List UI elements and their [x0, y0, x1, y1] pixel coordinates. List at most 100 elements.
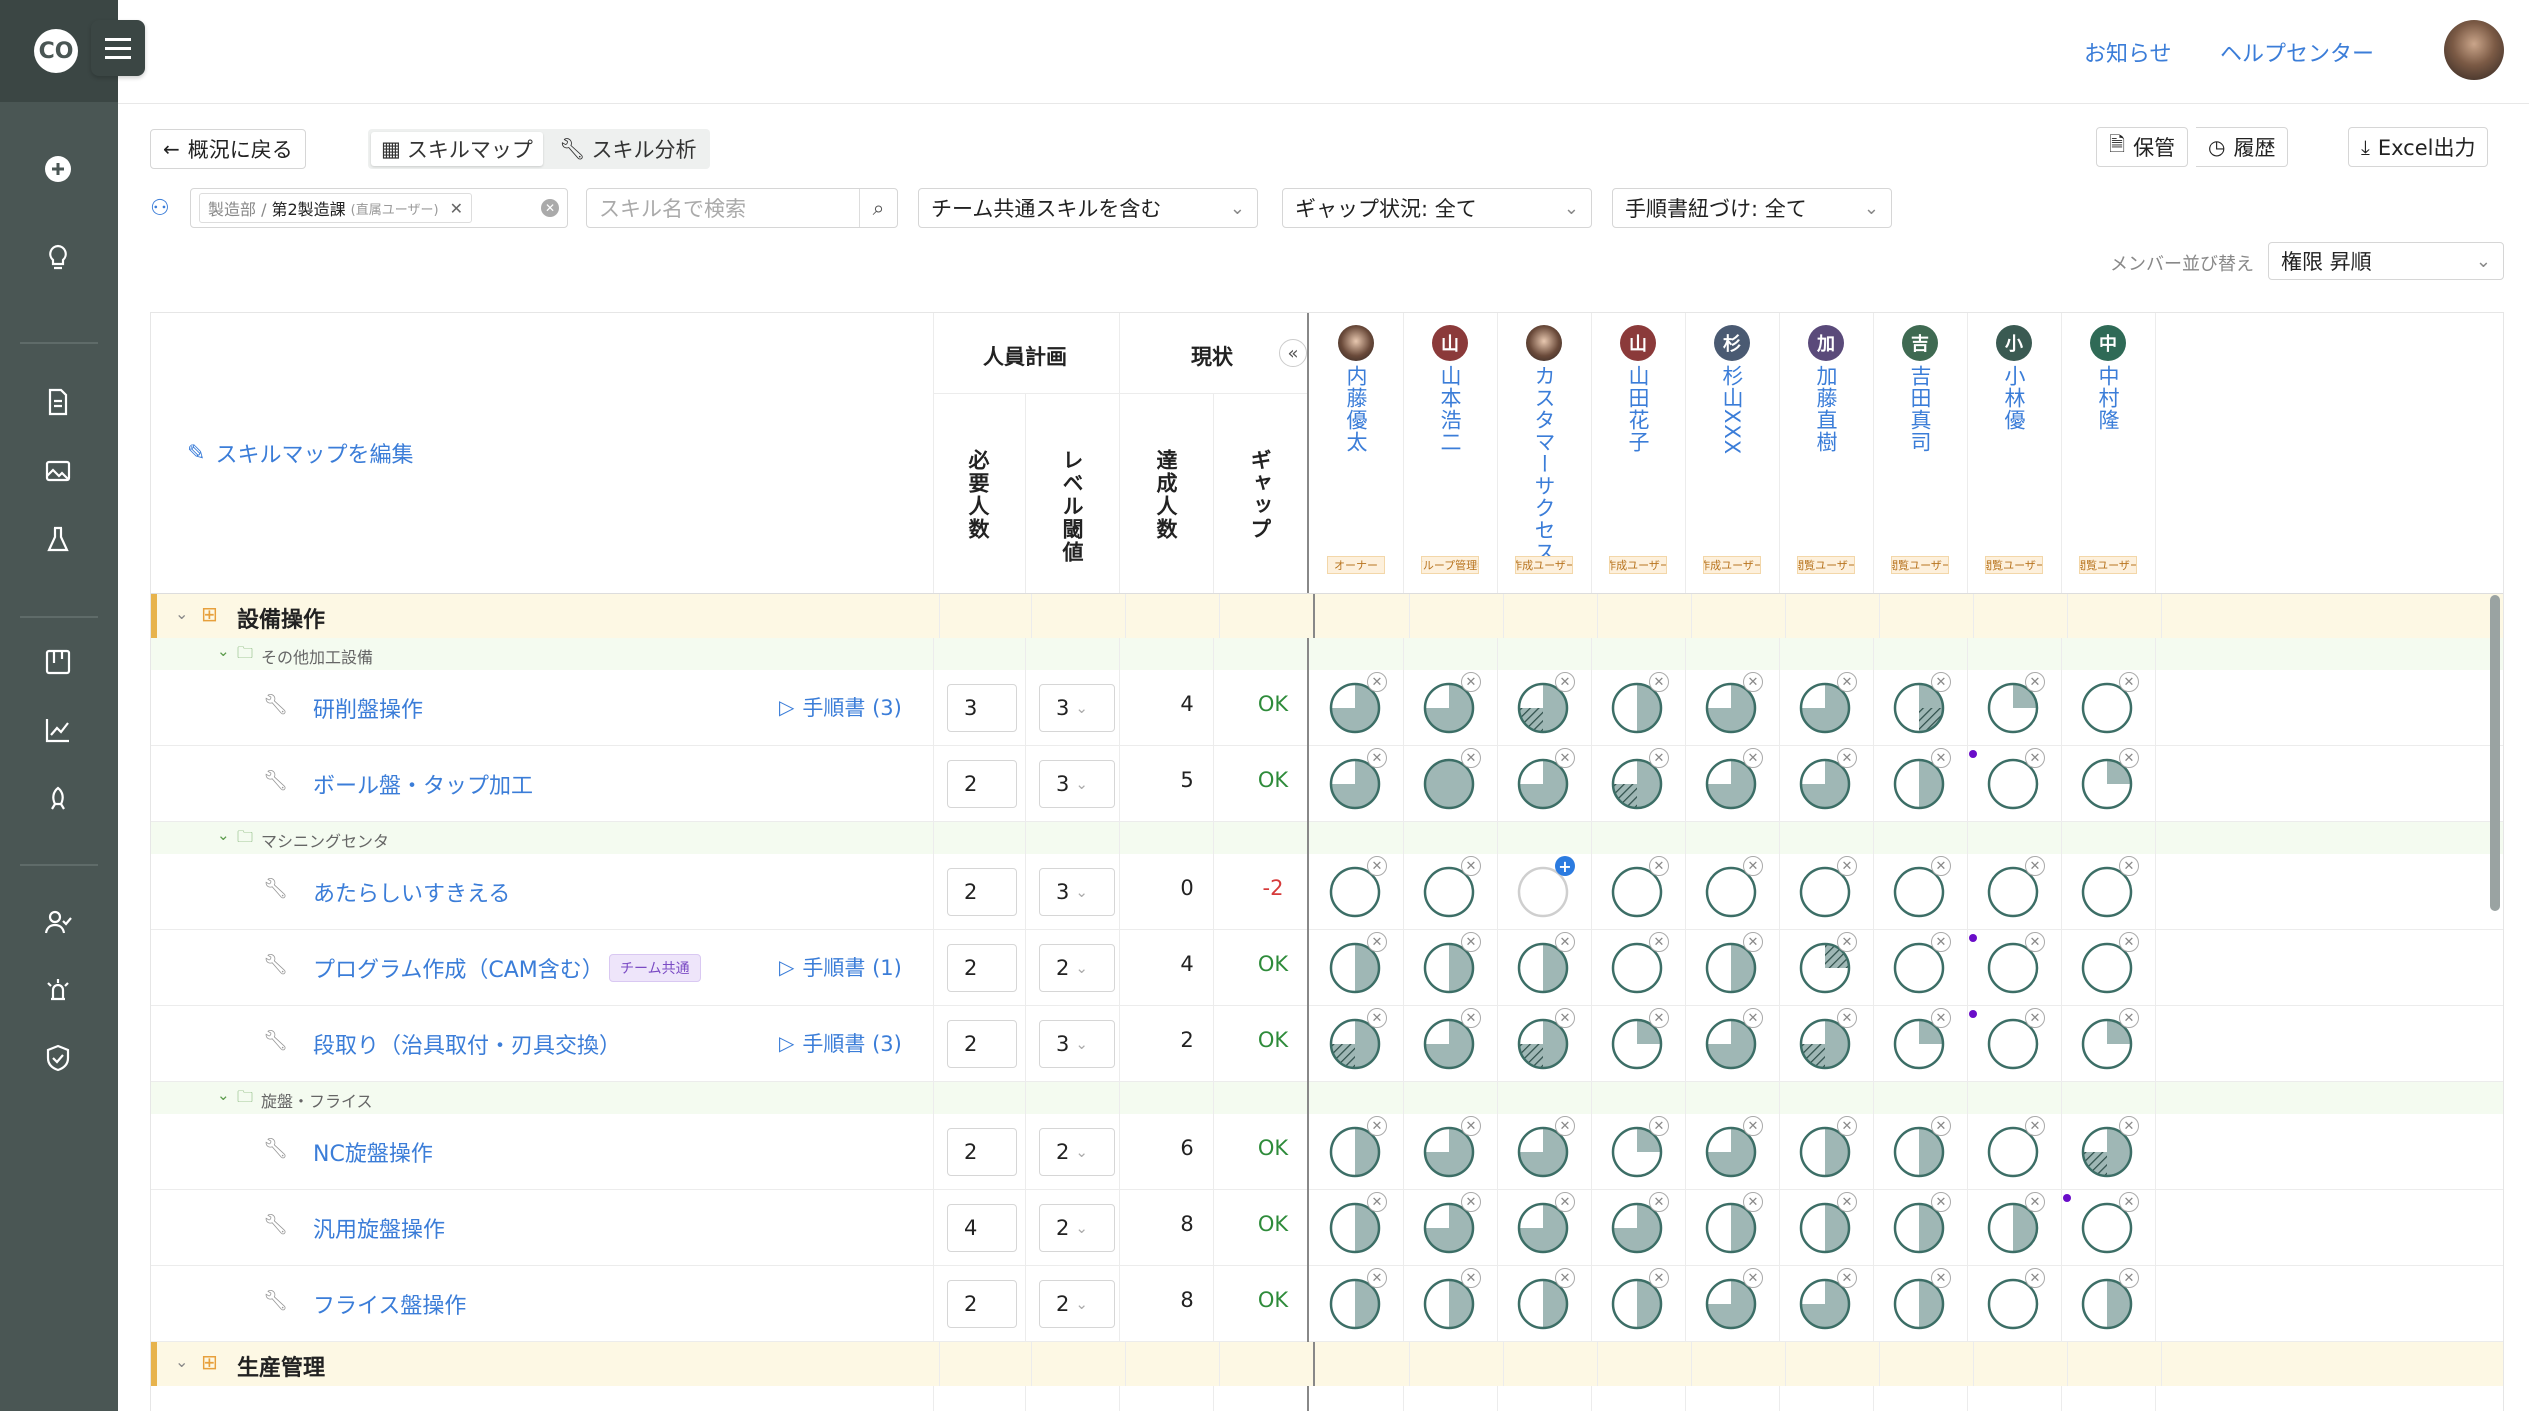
back-button[interactable]: ← 概況に戻る	[150, 129, 306, 169]
remove-icon[interactable]: ✕	[1461, 856, 1481, 876]
flask-icon[interactable]	[36, 518, 80, 562]
remove-icon[interactable]: ✕	[2025, 1116, 2045, 1136]
remove-icon[interactable]: ✕	[2119, 748, 2139, 768]
skill-search-field[interactable]: スキル名で検索 ⌕	[586, 188, 898, 228]
remove-icon[interactable]: ✕	[1837, 1116, 1857, 1136]
remove-icon[interactable]: ✕	[2025, 856, 2045, 876]
gap-status-select[interactable]: ギャップ状況: 全て ⌄	[1282, 188, 1592, 228]
member-name[interactable]: 山本浩二	[1435, 365, 1465, 453]
image-icon[interactable]	[36, 449, 80, 493]
chip-close-icon[interactable]: ✕	[450, 199, 463, 218]
skill-search-input[interactable]: スキル名で検索	[599, 193, 746, 223]
remove-icon[interactable]: ✕	[1461, 1192, 1481, 1212]
remove-icon[interactable]: ✕	[1649, 1268, 1669, 1288]
level-threshold-select[interactable]: 2 ⌄	[1039, 1128, 1115, 1176]
remove-icon[interactable]: ✕	[2119, 856, 2139, 876]
level-threshold-select[interactable]: 3 ⌄	[1039, 684, 1115, 732]
add-icon[interactable]	[36, 147, 80, 191]
remove-icon[interactable]: ✕	[1837, 1192, 1857, 1212]
remove-icon[interactable]: ✕	[2025, 1268, 2045, 1288]
remove-icon[interactable]: ✕	[1367, 1268, 1387, 1288]
skill-subgroup-row[interactable]: ⌄ 🗀 旋盤・フライス	[151, 1082, 2503, 1114]
remove-icon[interactable]: ✕	[2119, 1192, 2139, 1212]
remove-icon[interactable]: ✕	[1743, 1008, 1763, 1028]
member-header[interactable]: 加加藤直樹	[1797, 325, 1855, 453]
remove-icon[interactable]: ✕	[1837, 1008, 1857, 1028]
remove-icon[interactable]: ✕	[1837, 856, 1857, 876]
remove-icon[interactable]: ✕	[2025, 672, 2045, 692]
member-header[interactable]: 中中村隆	[2079, 325, 2137, 431]
board-icon[interactable]	[36, 640, 80, 684]
member-name[interactable]: 吉田真司	[1905, 365, 1935, 453]
remove-icon[interactable]: ✕	[2119, 1008, 2139, 1028]
remove-icon[interactable]: ✕	[2025, 1008, 2045, 1028]
skill-name-link[interactable]: ボール盤・タップ加工	[313, 768, 533, 800]
document-icon[interactable]	[36, 380, 80, 424]
member-name[interactable]: 中村隆	[2093, 365, 2123, 431]
remove-icon[interactable]: ✕	[1931, 1116, 1951, 1136]
skill-name-link[interactable]: 研削盤操作	[313, 692, 423, 724]
chevron-down-icon[interactable]: ⌄	[217, 1086, 230, 1104]
remove-icon[interactable]: ✕	[1931, 1268, 1951, 1288]
member-name[interactable]: カスタマーサクセス	[1529, 365, 1559, 563]
remove-icon[interactable]: ✕	[1555, 932, 1575, 952]
member-sort-select[interactable]: 権限 昇順 ⌄	[2268, 242, 2504, 280]
team-skill-select[interactable]: チーム共通スキルを含む ⌄	[918, 188, 1258, 228]
level-threshold-select[interactable]: 2 ⌄	[1039, 1280, 1115, 1328]
manual-link-select[interactable]: 手順書紐づけ: 全て ⌄	[1612, 188, 1892, 228]
level-threshold-select[interactable]: 2 ⌄	[1039, 944, 1115, 992]
add-skill-icon[interactable]: +	[1555, 856, 1575, 876]
level-threshold-select[interactable]: 3 ⌄	[1039, 868, 1115, 916]
remove-icon[interactable]: ✕	[2119, 1116, 2139, 1136]
lightbulb-icon[interactable]	[36, 236, 80, 280]
alarm-icon[interactable]	[36, 968, 80, 1012]
remove-icon[interactable]: ✕	[1743, 1192, 1763, 1212]
news-link[interactable]: お知らせ	[2084, 36, 2172, 68]
required-count-input[interactable]: 2	[947, 760, 1017, 808]
remove-icon[interactable]: ✕	[1555, 1192, 1575, 1212]
collapse-button[interactable]: «	[1279, 339, 1307, 367]
remove-icon[interactable]: ✕	[1367, 1116, 1387, 1136]
member-header[interactable]: 小小林優	[1985, 325, 2043, 431]
member-header[interactable]: カスタマーサクセス	[1515, 325, 1573, 563]
remove-icon[interactable]: ✕	[1367, 748, 1387, 768]
remove-icon[interactable]: ✕	[1555, 748, 1575, 768]
required-count-input[interactable]: 2	[947, 1128, 1017, 1176]
edit-skill-map-button[interactable]: ✎ スキルマップを編集	[187, 437, 413, 469]
remove-icon[interactable]: ✕	[1649, 1192, 1669, 1212]
history-button[interactable]: ◷ 履歴	[2196, 127, 2289, 167]
member-header[interactable]: 山山田花子	[1609, 325, 1667, 453]
remove-icon[interactable]: ✕	[1743, 856, 1763, 876]
chevron-down-icon[interactable]: ⌄	[175, 1352, 188, 1371]
required-count-input[interactable]: 2	[947, 944, 1017, 992]
remove-icon[interactable]: ✕	[2025, 748, 2045, 768]
skill-subgroup-row[interactable]: ⌄ 🗀 その他加工設備	[151, 638, 2503, 670]
remove-icon[interactable]: ✕	[1931, 932, 1951, 952]
help-center-link[interactable]: ヘルプセンター	[2220, 36, 2374, 68]
required-count-input[interactable]: 3	[947, 684, 1017, 732]
tab-skill-map[interactable]: ▦ スキルマップ	[371, 132, 543, 166]
remove-icon[interactable]: ✕	[1743, 932, 1763, 952]
required-count-input[interactable]: 4	[947, 1204, 1017, 1252]
remove-icon[interactable]: ✕	[2119, 672, 2139, 692]
skill-group-row[interactable]: ⌄ ⊞ 設備操作	[151, 594, 2503, 638]
scrollbar[interactable]	[2490, 595, 2500, 911]
member-header[interactable]: 杉杉山XXX	[1703, 325, 1761, 455]
member-header[interactable]: 吉吉田真司	[1891, 325, 1949, 453]
manual-link[interactable]: ▷ 手順書 (3)	[779, 692, 902, 722]
remove-icon[interactable]: ✕	[1931, 672, 1951, 692]
remove-icon[interactable]: ✕	[1743, 748, 1763, 768]
remove-icon[interactable]: ✕	[1743, 1116, 1763, 1136]
remove-icon[interactable]: ✕	[2025, 1192, 2045, 1212]
skill-name-link[interactable]: プログラム作成（CAM含む）	[313, 952, 604, 984]
remove-icon[interactable]: ✕	[2025, 932, 2045, 952]
remove-icon[interactable]: ✕	[2119, 1268, 2139, 1288]
remove-icon[interactable]: ✕	[2119, 932, 2139, 952]
remove-icon[interactable]: ✕	[1367, 856, 1387, 876]
remove-icon[interactable]: ✕	[1367, 1008, 1387, 1028]
remove-icon[interactable]: ✕	[1461, 672, 1481, 692]
menu-toggle-button[interactable]	[91, 20, 145, 76]
remove-icon[interactable]: ✕	[1649, 932, 1669, 952]
shield-icon[interactable]	[36, 1036, 80, 1080]
remove-icon[interactable]: ✕	[1367, 672, 1387, 692]
